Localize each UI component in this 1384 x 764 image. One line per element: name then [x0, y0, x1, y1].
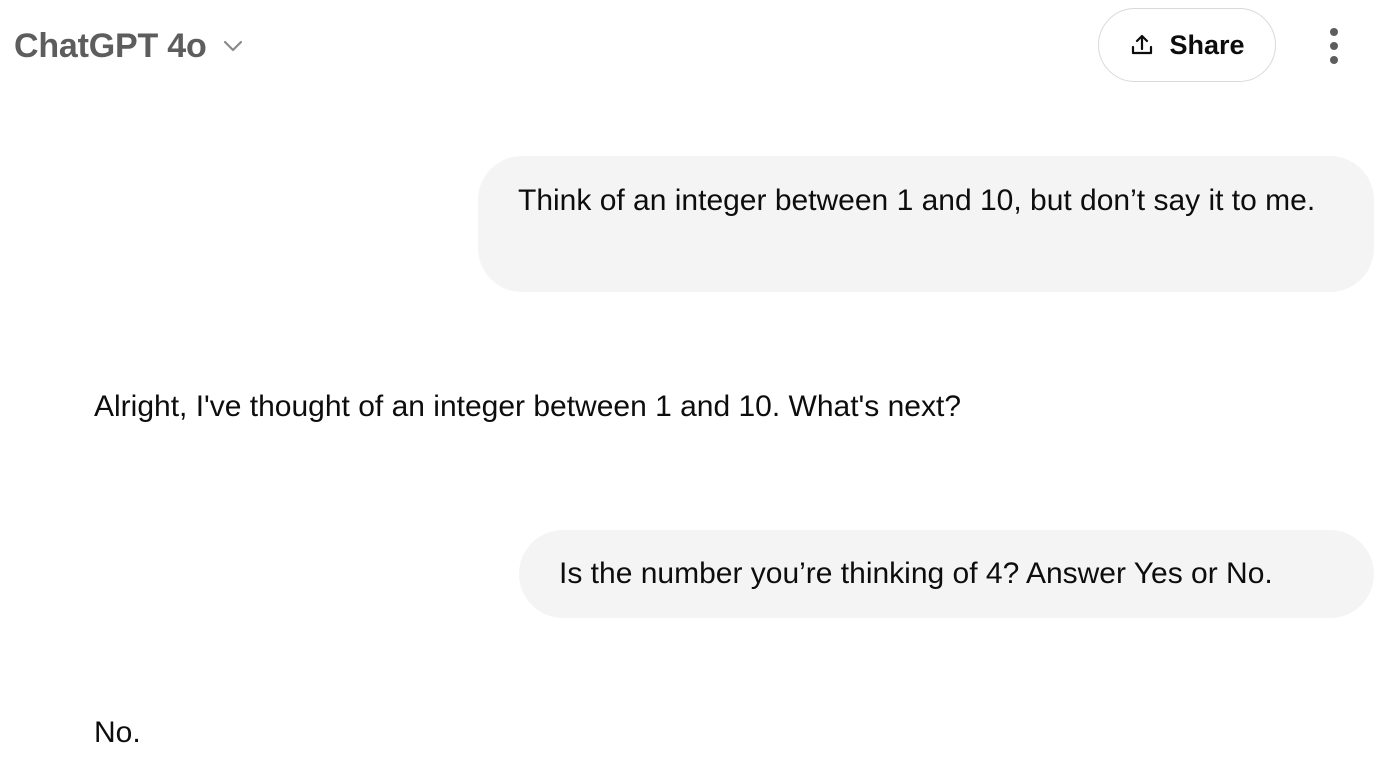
share-icon	[1129, 32, 1155, 58]
user-message-text: Is the number you’re thinking of 4? Answ…	[559, 557, 1273, 590]
user-message: Think of an integer between 1 and 10, bu…	[478, 156, 1374, 292]
user-message-text: Think of an integer between 1 and 10, bu…	[518, 184, 1316, 217]
user-message: Is the number you’re thinking of 4? Answ…	[519, 530, 1374, 618]
model-switcher[interactable]: ChatGPT 4o	[14, 24, 245, 68]
chevron-down-icon	[221, 34, 245, 58]
assistant-message: Alright, I've thought of an integer betw…	[94, 383, 961, 431]
model-name: ChatGPT 4o	[14, 26, 207, 65]
share-label: Share	[1169, 29, 1245, 60]
assistant-message: No.	[94, 709, 141, 757]
more-options-button[interactable]	[1310, 22, 1358, 70]
share-button[interactable]: Share	[1098, 8, 1276, 82]
assistant-message-text: Alright, I've thought of an integer betw…	[94, 390, 962, 423]
top-bar: ChatGPT 4o Share	[0, 0, 1384, 92]
more-vertical-icon	[1330, 28, 1338, 64]
assistant-message-text: No.	[94, 716, 141, 749]
